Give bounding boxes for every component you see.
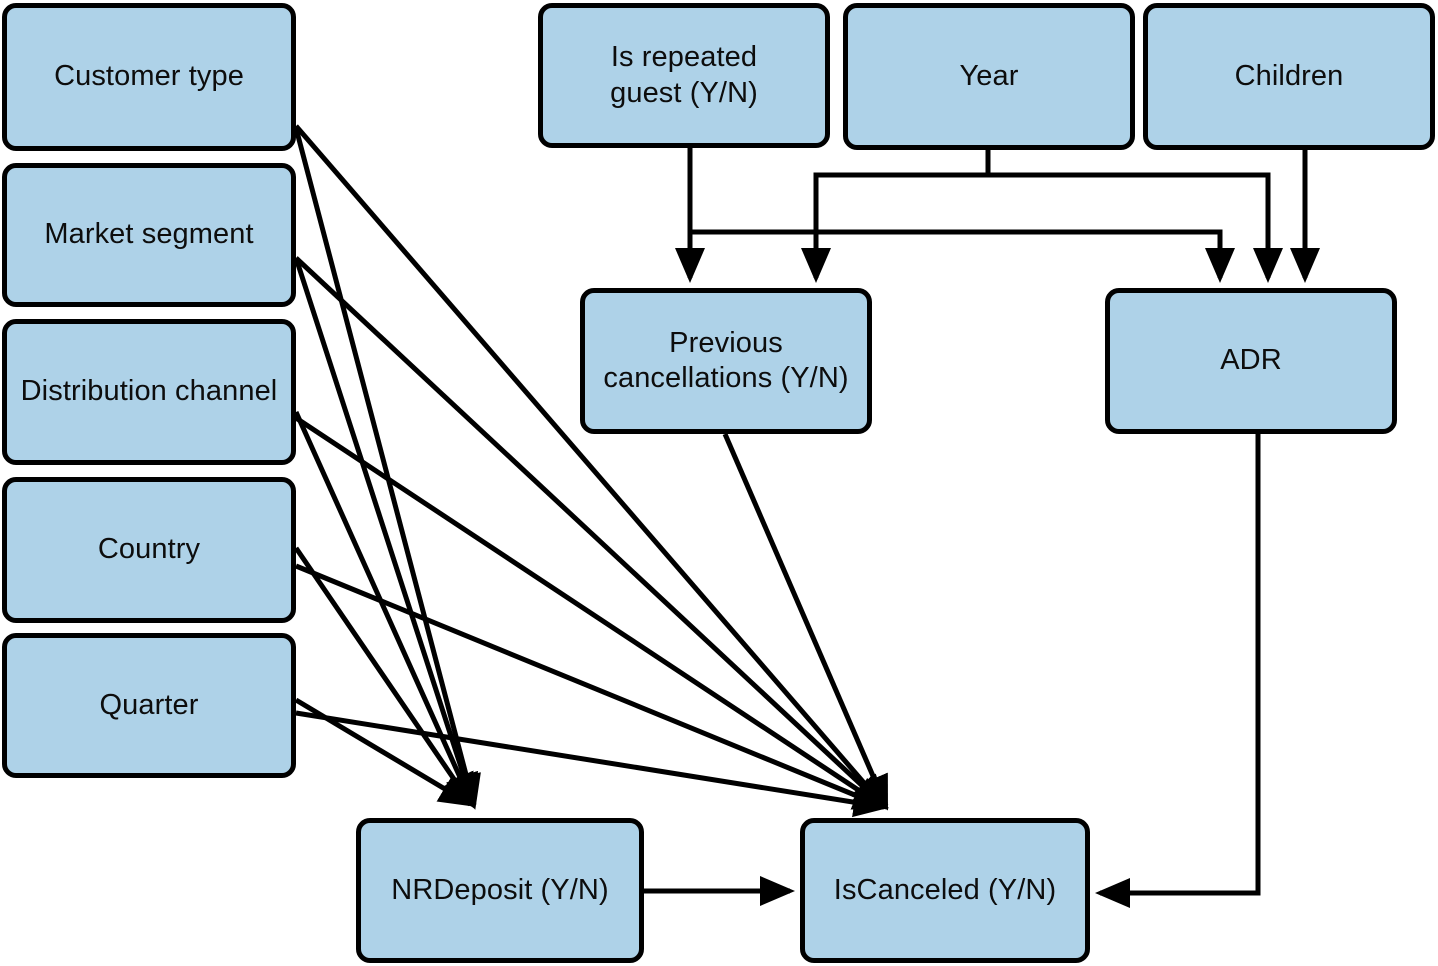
node-label: Country <box>97 533 201 566</box>
edge-adr-to-iscanceled <box>1095 434 1261 908</box>
node-label: NRDeposit (Y/N) <box>391 873 609 906</box>
node-label: ADR <box>1220 344 1282 377</box>
edge-is-repeated-guest-to-adr <box>690 229 1235 283</box>
node-quarter[interactable]: Quarter <box>2 633 296 778</box>
node-market-segment[interactable]: Market segment <box>2 163 296 307</box>
node-distribution-channel[interactable]: Distribution channel <box>2 319 296 465</box>
edge-year-to-previous-cancellations <box>801 150 991 283</box>
node-label: Children <box>1234 59 1344 92</box>
node-adr[interactable]: ADR <box>1105 288 1397 434</box>
node-nrdeposit[interactable]: NRDeposit (Y/N) <box>356 818 644 963</box>
node-previous-cancellations[interactable]: Previous cancellations (Y/N) <box>580 288 872 434</box>
edge-distribution-channel-to-iscanceled <box>294 415 889 810</box>
node-label: Year <box>959 59 1019 92</box>
node-year[interactable]: Year <box>843 3 1135 150</box>
causal-diagram: Customer type Market segment Distributio… <box>0 0 1438 966</box>
node-label: Is repeated guest (Y/N) <box>610 41 758 109</box>
edge-country-to-iscanceled <box>295 563 889 810</box>
edge-customer-type-to-nrdeposit <box>293 127 481 810</box>
node-label: Customer type <box>54 60 244 93</box>
edge-previous-cancellations-to-iscanceled <box>722 433 889 811</box>
edge-distribution-channel-to-nrdeposit <box>293 410 475 809</box>
node-iscanceled[interactable]: IsCanceled (Y/N) <box>800 818 1090 963</box>
node-customer-type[interactable]: Customer type <box>2 3 296 151</box>
edge-year-to-adr <box>988 172 1283 283</box>
node-label: Quarter <box>99 688 199 721</box>
node-label: Market segment <box>44 218 254 251</box>
edge-quarter-to-iscanceled <box>295 710 889 818</box>
node-is-repeated-guest[interactable]: Is repeated guest (Y/N) <box>538 3 830 148</box>
edge-quarter-to-nrdeposit <box>294 697 475 807</box>
node-country[interactable]: Country <box>2 477 296 623</box>
node-label: Distribution channel <box>20 375 278 408</box>
node-label: Previous cancellations (Y/N) <box>603 326 849 394</box>
edge-market-segment-to-nrdeposit <box>293 257 479 809</box>
edge-customer-type-to-iscanceled <box>294 124 888 810</box>
node-children[interactable]: Children <box>1143 3 1435 150</box>
edge-country-to-nrdeposit <box>293 546 474 809</box>
node-label: IsCanceled (Y/N) <box>833 873 1057 906</box>
